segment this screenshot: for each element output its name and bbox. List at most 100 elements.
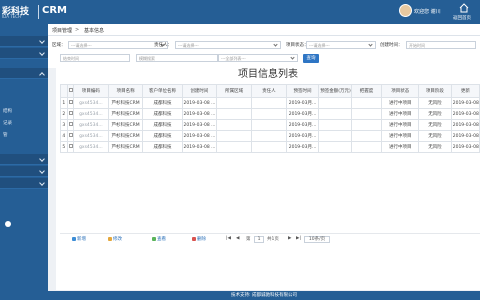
row-checkbox[interactable] — [68, 133, 73, 138]
column-header[interactable]: 把握度 — [350, 84, 383, 98]
last-page-icon[interactable]: ▶| — [296, 236, 301, 241]
select-all-checkbox[interactable] — [68, 88, 73, 93]
table-row[interactable]: 5 gxs4534... 芦杉科技CRM 成都科技 2019-03-08 ... 2019… — [60, 141, 480, 153]
column-header[interactable]: 项目名称 — [107, 84, 144, 98]
sidebar-item-2[interactable] — [0, 68, 48, 79]
edit-button[interactable]: 修改 — [108, 236, 122, 242]
cell-region — [216, 108, 252, 120]
cell-code: gxs4534... — [73, 119, 109, 131]
sidebar-item-0[interactable] — [0, 36, 48, 47]
list-scope-select[interactable]: ---全部列表--- — [218, 54, 298, 62]
cell-amount — [318, 130, 352, 142]
top-header: 彩科技 IDA TECH CRM 欢迎您 谢川 返回首页 — [0, 0, 480, 24]
add-button[interactable]: 新增 — [72, 236, 86, 242]
sidebar-item-11[interactable] — [0, 178, 48, 189]
home-link[interactable]: 返回首页 — [453, 15, 471, 21]
cell-amount — [318, 97, 352, 109]
column-header[interactable]: 责任人 — [251, 84, 287, 98]
cell-sign-date: 2019-03月... — [285, 97, 320, 109]
view-button[interactable]: 查看 — [152, 236, 166, 242]
cell-sign-date: 2019-03月... — [285, 108, 320, 120]
status-select[interactable]: ---请选择--- — [306, 41, 376, 49]
column-header[interactable]: 项目状态 — [381, 84, 420, 98]
cell-confidence — [350, 130, 383, 142]
sidebar-item-6[interactable]: 记录 — [0, 118, 48, 129]
first-page-icon[interactable]: |◀ — [226, 236, 231, 241]
sidebar-item-label: 记录 — [3, 121, 12, 126]
column-header[interactable]: 更新 — [450, 84, 480, 98]
chevron-down-icon — [39, 38, 45, 44]
cell-owner — [251, 97, 287, 109]
next-page-icon[interactable]: ▶ — [288, 236, 291, 241]
prev-page-icon[interactable]: ◀ — [236, 236, 239, 241]
table-row[interactable]: 1 gxs4534... 芦杉科技CRM 成都科技 2019-03-08 ... 2019… — [60, 97, 480, 109]
cell-code: gxs4534... — [73, 108, 109, 120]
column-header[interactable]: 客户单位名称 — [142, 84, 183, 98]
column-header[interactable]: 项目编码 — [73, 84, 109, 98]
avatar[interactable] — [399, 4, 412, 17]
delete-button[interactable]: 删除 — [192, 236, 206, 242]
cell-amount — [318, 141, 352, 153]
owner-label: 责任人： — [154, 43, 172, 48]
page-number-input[interactable]: 1 — [254, 236, 264, 243]
sidebar-item-9[interactable] — [0, 154, 48, 165]
row-checkbox[interactable] — [68, 100, 73, 105]
row-checkbox[interactable] — [68, 144, 73, 149]
cell-stage: 无风险 — [418, 141, 452, 153]
cell-client: 成都科技 — [142, 130, 183, 142]
sidebar-item-1[interactable] — [0, 48, 48, 59]
cell-confidence — [350, 119, 383, 131]
column-header[interactable]: 预签金额(万元) — [318, 84, 352, 98]
cell-client: 成都科技 — [142, 141, 183, 153]
owner-select[interactable]: ---请选择--- — [175, 41, 281, 49]
row-checkbox[interactable] — [68, 111, 73, 116]
cell-region — [216, 141, 252, 153]
end-time-input[interactable]: 结束时间 — [60, 54, 130, 62]
cell-created: 2019-03-08 ... — [181, 108, 218, 120]
cell-created: 2019-03-08 ... — [181, 141, 218, 153]
table-row[interactable]: 3 gxs4534... 芦杉科技CRM 成都科技 2019-03-08 ... 2019… — [60, 119, 480, 131]
row-checkbox[interactable] — [68, 122, 73, 127]
column-header[interactable]: 项目阶段 — [418, 84, 452, 98]
collapse-sidebar-icon[interactable] — [5, 221, 11, 227]
query-button[interactable]: 查询 — [303, 54, 319, 63]
table-row[interactable]: 2 gxs4534... 芦杉科技CRM 成都科技 2019-03-08 ... 2019… — [60, 108, 480, 120]
project-table: 项目编码 项目名称 客户单位名称 创建时间 所属区域 责任人 预签时间 预签金额… — [60, 84, 480, 153]
page-size-select[interactable]: 10条/页 — [304, 236, 330, 243]
user-greeting[interactable]: 欢迎您 谢川 — [414, 8, 441, 15]
cell-update: 2019-03-08 — [450, 119, 480, 131]
chevron-down-icon — [39, 50, 45, 56]
page-prefix: 第 — [246, 237, 251, 242]
region-select[interactable]: ---请选择--- — [68, 41, 168, 49]
cell-confidence — [350, 141, 383, 153]
region-label: 区域： — [52, 43, 66, 48]
table-row[interactable]: 4 gxs4534... 芦杉科技CRM 成都科技 2019-03-08 ... 2019… — [60, 130, 480, 142]
sidebar-item-5[interactable]: 结构 — [0, 106, 48, 117]
page-total: 共1页 — [267, 237, 279, 242]
table-toolbar: 新增 修改 查看 删除 |◀ ◀ 第 1 共1页 ▶ ▶| 10条/页 — [60, 233, 480, 245]
cell-region — [216, 97, 252, 109]
start-time-input[interactable]: 开始时间 — [406, 41, 476, 49]
column-header[interactable]: 所属区域 — [216, 84, 252, 98]
sidebar-item-3[interactable] — [0, 82, 48, 93]
sidebar-item-7[interactable]: 管 — [0, 130, 48, 141]
breadcrumb-root[interactable]: 项目管理 — [52, 27, 72, 34]
sidebar: 结构 记录管 — [0, 24, 48, 300]
cell-amount — [318, 119, 352, 131]
home-icon[interactable] — [458, 2, 470, 14]
cell-name: 芦杉科技CRM — [107, 130, 144, 142]
chevron-up-icon — [39, 72, 45, 78]
cell-status: 进行中项目 — [381, 119, 420, 131]
cell-name: 芦杉科技CRM — [107, 108, 144, 120]
cell-sign-date: 2019-03月... — [285, 141, 320, 153]
cell-status: 进行中项目 — [381, 97, 420, 109]
delete-icon — [192, 236, 196, 241]
column-header[interactable]: 创建时间 — [181, 84, 218, 98]
sidebar-item-8[interactable] — [0, 142, 48, 153]
cell-confidence — [350, 97, 383, 109]
fuzzy-search-input[interactable]: 模糊搜索 — [136, 54, 218, 62]
view-icon — [152, 236, 156, 241]
sidebar-item-4[interactable] — [0, 94, 48, 105]
sidebar-item-10[interactable] — [0, 166, 48, 177]
column-header[interactable]: 预签时间 — [285, 84, 320, 98]
